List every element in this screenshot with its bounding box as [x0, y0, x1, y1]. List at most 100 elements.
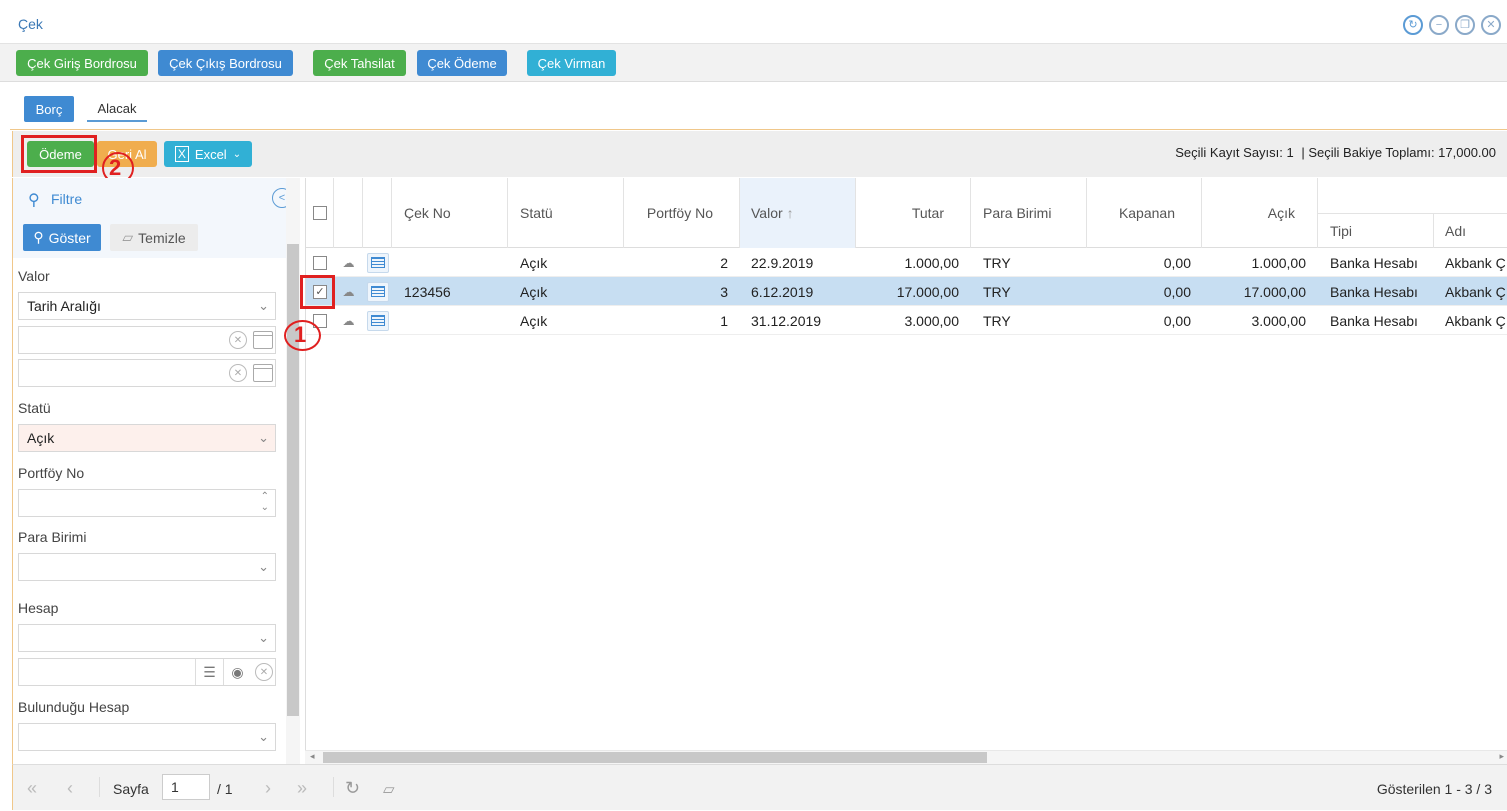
prev-page-icon[interactable]: ‹ — [67, 778, 73, 799]
col-tipi[interactable]: Tipi — [1318, 213, 1434, 248]
hesap-select[interactable]: ⌄ — [18, 624, 276, 652]
col-statu[interactable]: Statü — [508, 178, 624, 248]
list-icon[interactable]: ☰ — [195, 659, 223, 685]
cloud-download-icon[interactable]: ☁ — [334, 306, 363, 335]
cek-odeme-button[interactable]: Çek Ödeme — [417, 50, 507, 76]
clear-icon[interactable]: ✕ — [255, 663, 273, 681]
window-titlebar: Çek ↻ − ❐ ✕ — [0, 0, 1507, 44]
chevron-down-icon: ⌄ — [258, 630, 269, 645]
detail-icon[interactable] — [363, 248, 392, 277]
col-acik[interactable]: Açık — [1202, 178, 1318, 248]
valor-start-date[interactable]: ✕ — [18, 326, 276, 354]
next-page-icon[interactable]: › — [265, 778, 271, 799]
row-checkbox[interactable] — [313, 255, 327, 270]
cell-statu: Açık — [520, 254, 548, 271]
close-icon[interactable]: ✕ — [1481, 15, 1501, 35]
col-para-birimi[interactable]: Para Birimi — [971, 178, 1087, 248]
pager-divider — [333, 777, 334, 797]
excel-file-icon: X — [174, 146, 189, 162]
valor-select[interactable]: Tarih Aralığı ⌄ — [18, 292, 276, 320]
select-all-cell — [306, 178, 334, 248]
cloud-download-icon[interactable]: ☁ — [334, 277, 363, 306]
cell-portfoy-no: 3 — [720, 283, 728, 300]
statu-value: Açık — [27, 430, 55, 446]
cell-valor: 31.12.2019 — [751, 312, 822, 329]
cell-portfoy-no: 1 — [720, 312, 728, 329]
cell-acik: 17.000,00 — [1243, 283, 1306, 300]
cell-kapanan: 0,00 — [1163, 283, 1191, 300]
cek-tahsilat-button[interactable]: Çek Tahsilat — [313, 50, 406, 76]
table-row[interactable]: ☁ Açık 2 22.9.2019 1.000,00 TRY 0,00 1.000,00 Ba… — [306, 248, 1507, 277]
excel-button[interactable]: X Excel ⌄ — [164, 141, 252, 167]
stepper-icon[interactable]: ⌃ ⌄ — [261, 491, 269, 513]
eye-icon[interactable]: ◉ — [223, 659, 251, 685]
cek-giris-bordrosu-button[interactable]: Çek Giriş Bordrosu — [16, 50, 148, 76]
scroll-right-icon[interactable]: ▸ — [1499, 751, 1504, 762]
restore-icon[interactable]: ❐ — [1455, 15, 1475, 35]
cell-cek-no — [404, 306, 508, 335]
show-button[interactable]: ⚲ Göster — [23, 224, 101, 251]
grid-horizontal-scrollbar[interactable]: ◂ ▸ — [305, 750, 1507, 764]
portfoy-input[interactable]: ⌃ ⌄ — [18, 489, 276, 517]
cell-statu: Açık — [520, 312, 548, 329]
last-page-icon[interactable]: » — [297, 778, 307, 799]
table-row[interactable]: ☁ Açık 1 31.12.2019 3.000,00 TRY 0,00 3.000,00 B… — [306, 306, 1507, 335]
cell-cek-no: 123456 — [404, 283, 451, 300]
calendar-icon[interactable] — [253, 331, 273, 349]
valor-end-date[interactable]: ✕ — [18, 359, 276, 387]
col-tutar[interactable]: Tutar — [856, 178, 971, 248]
refresh-icon[interactable]: ↻ — [1403, 15, 1423, 35]
calendar-icon[interactable] — [253, 364, 273, 382]
col-portfoy-no[interactable]: Portföy No — [624, 178, 740, 248]
bulundugu-hesap-select[interactable]: ⌄ — [18, 723, 276, 751]
cell-tutar: 17.000,00 — [896, 283, 959, 300]
col-kapanan[interactable]: Kapanan — [1087, 178, 1202, 248]
cek-cikis-bordrosu-button[interactable]: Çek Çıkış Bordrosu — [158, 50, 293, 76]
cell-adi: Akbank Ç — [1445, 254, 1506, 271]
valor-label: Valor — [18, 268, 50, 284]
scroll-left-icon[interactable]: ◂ — [310, 751, 315, 762]
minimize-icon[interactable]: − — [1429, 15, 1449, 35]
shown-records: Gösterilen 1 - 3 / 3 — [1376, 781, 1492, 797]
grid-hscroll-thumb[interactable] — [323, 752, 987, 763]
action-col-header — [334, 178, 363, 248]
refresh-icon[interactable]: ↻ — [345, 778, 360, 799]
cloud-download-icon[interactable]: ☁ — [334, 248, 363, 277]
pager: « ‹ Sayfa 1 / 1 › » ↻ ▱ Gösterilen 1 - 3… — [12, 764, 1507, 810]
clear-button[interactable]: ▱ Temizle — [110, 224, 198, 251]
window-controls: ↻ − ❐ ✕ — [1403, 15, 1501, 35]
first-page-icon[interactable]: « — [27, 778, 37, 799]
tab-alacak[interactable]: Alacak — [87, 96, 147, 122]
row-checkbox-cell — [313, 248, 333, 277]
highlight-row-checkbox — [300, 275, 335, 309]
sort-asc-icon: ↑ — [786, 205, 794, 221]
col-valor[interactable]: Valor ↑ — [740, 178, 856, 248]
hesap-lookup[interactable]: ☰ ◉ ✕ — [18, 658, 276, 686]
selection-summary: Seçili Kayıt Sayısı: 1 | Seçili Bakiye T… — [1175, 145, 1496, 160]
cell-portfoy-no: 2 — [720, 254, 728, 271]
table-row[interactable]: ✓ ☁ 123456 Açık 3 6.12.2019 17.000,00 TRY 0,00 17… — [306, 277, 1507, 306]
col-valor-label: Valor — [751, 205, 783, 221]
cek-virman-button[interactable]: Çek Virman — [527, 50, 616, 76]
tab-borc[interactable]: Borç — [24, 96, 74, 122]
clear-icon[interactable]: ✕ — [229, 331, 247, 349]
valor-value: Tarih Aralığı — [27, 298, 101, 314]
cell-kapanan: 0,00 — [1163, 312, 1191, 329]
clear-icon[interactable]: ✕ — [229, 364, 247, 382]
chevron-down-icon: ⌄ — [232, 148, 242, 160]
col-adi[interactable]: Adı — [1434, 213, 1507, 248]
cell-cek-no — [404, 248, 508, 277]
select-all-checkbox[interactable] — [312, 206, 327, 220]
cell-acik: 3.000,00 — [1251, 312, 1307, 329]
filter-scrollbar[interactable] — [286, 178, 300, 764]
col-cek-no[interactable]: Çek No — [392, 178, 508, 248]
para-birimi-select[interactable]: ⌄ — [18, 553, 276, 581]
eraser-icon[interactable]: ▱ — [383, 780, 395, 798]
detail-icon[interactable] — [363, 306, 392, 335]
statu-select[interactable]: Açık ⌄ — [18, 424, 276, 452]
detail-icon[interactable] — [363, 277, 392, 306]
cell-para-birimi: TRY — [983, 254, 1011, 271]
cell-statu: Açık — [520, 283, 548, 300]
page-input[interactable]: 1 — [162, 774, 210, 800]
filter-scrollbar-thumb[interactable] — [287, 244, 299, 716]
